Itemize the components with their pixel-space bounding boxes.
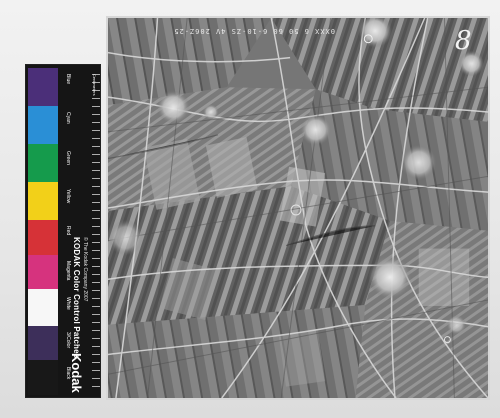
scanned-aerial-photo-scene: 0XXX 6 50 60 6-10-ZS 4V 206Z-25 80 8 Cen…	[0, 0, 500, 418]
white-label: White	[65, 297, 71, 310]
magenta-label: Magenta	[65, 261, 71, 281]
three-color-swatch	[28, 326, 58, 360]
blue-label: Blue	[65, 74, 71, 85]
frame-number: 8	[455, 26, 472, 56]
red-swatch	[28, 220, 58, 255]
color-card-labels: Centimeters Blue Cyan Green Yellow Red M…	[59, 67, 100, 396]
cyan-label: Cyan	[65, 112, 71, 124]
centimeters-label: Centimeters	[92, 74, 97, 96]
aerial-photograph	[106, 16, 490, 400]
cyan-swatch	[28, 106, 58, 144]
white-swatch	[28, 289, 58, 326]
kodak-logo-text: Kodak	[69, 353, 84, 393]
red-label: Red	[65, 226, 71, 236]
magenta-swatch	[28, 255, 58, 289]
centimeter-scale	[92, 74, 100, 392]
yellow-swatch	[28, 182, 58, 220]
black-swatch	[28, 360, 58, 395]
kodak-color-control-card: Centimeters Blue Cyan Green Yellow Red M…	[25, 64, 101, 398]
kodak-copyright: © The Kodak Company 2007	[82, 237, 88, 302]
aerial-landscape-illustration	[108, 18, 488, 398]
green-swatch	[28, 144, 58, 182]
three-color-label: 3/Color	[65, 332, 71, 349]
photo-edge-text: 0XXX 6 50 60 6-10-ZS 4V 206Z-25 80	[175, 27, 335, 35]
yellow-label: Yellow	[65, 189, 71, 204]
green-label: Green	[65, 151, 71, 165]
color-swatches	[28, 68, 58, 395]
blue-swatch	[28, 68, 58, 106]
kodak-color-control-patches-title: KODAK Color Control Patches	[72, 237, 81, 359]
